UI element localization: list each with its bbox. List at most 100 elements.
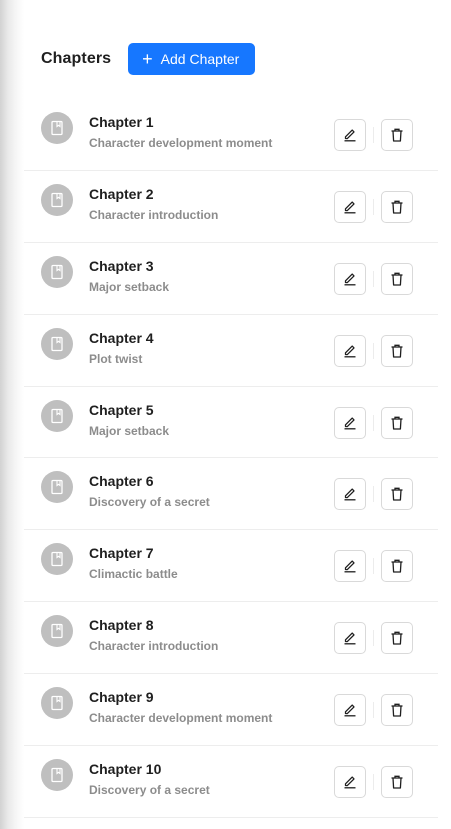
chapter-actions [334, 262, 413, 295]
chapter-description: Discovery of a secret [89, 495, 210, 510]
chapter-description: Major setback [89, 423, 170, 438]
delete-chapter-button[interactable] [381, 406, 413, 439]
drawer-shadow-edge [0, 0, 24, 829]
chapter-actions [334, 119, 413, 151]
chapter-title: Chapter 4 [89, 329, 154, 346]
edit-chapter-button[interactable] [334, 262, 366, 295]
chapter-title: Chapter 9 [89, 689, 154, 706]
book-icon [41, 399, 73, 432]
chapter-list: Chapter 1 Character development moment C… [24, 99, 438, 818]
edit-icon [344, 129, 356, 142]
chapter-actions [334, 550, 413, 583]
chapter-actions [334, 190, 413, 223]
delete-icon [391, 488, 403, 502]
action-divider [373, 414, 374, 431]
chapter-description: Character development moment [89, 136, 273, 150]
chapter-row: Chapter 6 Discovery of a secret [24, 458, 438, 531]
chapter-actions [334, 622, 413, 655]
edit-chapter-button[interactable] [334, 190, 366, 223]
chapter-title: Chapter 6 [89, 473, 154, 490]
action-divider [373, 774, 374, 791]
add-chapter-label: Add Chapter [160, 51, 240, 67]
chapter-actions [334, 694, 413, 727]
chapter-description: Character introduction [89, 639, 219, 654]
book-icon [41, 255, 73, 288]
action-divider [373, 702, 374, 719]
action-divider [373, 630, 374, 647]
delete-icon [391, 128, 403, 142]
book-icon [41, 687, 73, 720]
edit-icon [344, 417, 356, 430]
delete-chapter-button[interactable] [381, 119, 413, 151]
chapter-row: Chapter 5 Major setback [24, 387, 438, 459]
edit-chapter-button[interactable] [334, 694, 366, 727]
book-icon [41, 759, 73, 792]
chapter-row: Chapter 7 Climactic battle [24, 530, 438, 603]
chapter-description: Character introduction [89, 207, 219, 222]
edit-chapter-button[interactable] [334, 119, 366, 151]
chapter-row: Chapter 9 Character development moment [24, 674, 438, 747]
delete-chapter-button[interactable] [381, 622, 413, 655]
book-icon [41, 183, 73, 216]
chapter-title: Chapter 8 [89, 617, 154, 634]
chapter-description: Plot twist [89, 351, 143, 366]
edit-chapter-button[interactable] [334, 622, 366, 655]
action-divider [373, 198, 374, 215]
delete-chapter-button[interactable] [381, 478, 413, 511]
book-icon [41, 615, 73, 648]
chapter-row: Chapter 10 Discovery of a secret [24, 746, 438, 818]
delete-icon [391, 344, 403, 358]
edit-icon [344, 345, 356, 358]
chapter-title: Chapter 7 [89, 545, 154, 562]
chapter-title: Chapter 10 [89, 761, 162, 778]
delete-chapter-button[interactable] [381, 694, 413, 727]
chapter-title: Chapter 2 [89, 185, 154, 202]
chapter-description: Climactic battle [89, 567, 178, 582]
chapter-actions [334, 406, 413, 439]
edit-icon [344, 201, 356, 214]
delete-icon [391, 631, 403, 645]
chapter-row: Chapter 3 Major setback [24, 243, 438, 315]
book-icon [41, 543, 73, 576]
plus-icon: + [142, 48, 153, 69]
page-title: Chapters [41, 50, 112, 67]
chapter-title: Chapter 3 [89, 257, 154, 274]
edit-chapter-button[interactable] [334, 406, 366, 439]
action-divider [373, 342, 374, 359]
delete-icon [391, 272, 403, 286]
edit-chapter-button[interactable] [334, 550, 366, 583]
delete-icon [391, 703, 403, 717]
edit-icon [344, 488, 356, 501]
chapter-actions [334, 478, 413, 511]
edit-chapter-button[interactable] [334, 766, 366, 799]
action-divider [373, 486, 374, 503]
chapter-actions [334, 766, 413, 799]
book-icon [41, 471, 73, 504]
chapter-row: Chapter 4 Plot twist [24, 315, 438, 387]
delete-icon [391, 416, 403, 430]
chapter-row: Chapter 1 Character development moment [24, 99, 438, 171]
chapter-description: Character development moment [89, 711, 273, 726]
chapters-header: Chapters + Add Chapter [41, 43, 256, 75]
action-divider [373, 558, 374, 575]
edit-chapter-button[interactable] [334, 334, 366, 367]
delete-chapter-button[interactable] [381, 550, 413, 583]
chapter-row: Chapter 8 Character introduction [24, 602, 438, 675]
book-icon [41, 327, 73, 360]
delete-chapter-button[interactable] [381, 190, 413, 223]
action-divider [373, 270, 374, 287]
delete-chapter-button[interactable] [381, 766, 413, 799]
edit-chapter-button[interactable] [334, 478, 366, 511]
edit-icon [344, 273, 356, 286]
chapter-row: Chapter 2 Character introduction [24, 171, 438, 243]
edit-icon [344, 776, 356, 789]
delete-icon [391, 559, 403, 573]
edit-icon [344, 704, 356, 717]
delete-icon [391, 200, 403, 214]
delete-chapter-button[interactable] [381, 334, 413, 367]
edit-icon [344, 632, 356, 645]
chapter-description: Major setback [89, 279, 170, 294]
action-divider [373, 127, 374, 143]
add-chapter-button[interactable]: + Add Chapter [128, 43, 256, 75]
delete-chapter-button[interactable] [381, 262, 413, 295]
